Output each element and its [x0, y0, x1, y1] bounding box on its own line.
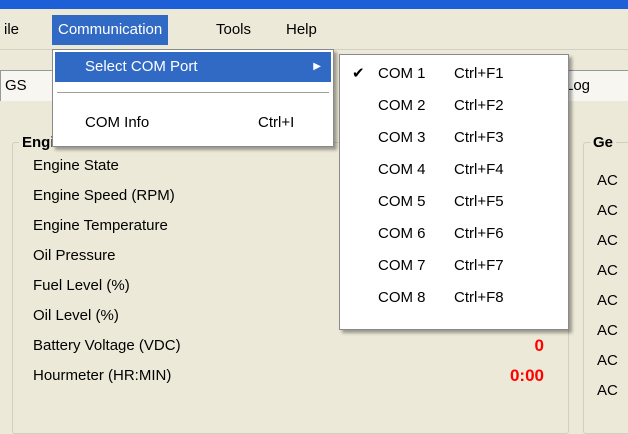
battery-voltage-label: Battery Voltage (VDC) — [33, 337, 181, 354]
tab-gs[interactable]: GS — [0, 70, 60, 101]
com-port-shortcut: Ctrl+F3 — [454, 129, 504, 146]
com-port-item-1[interactable]: ✔ COM 1 Ctrl+F1 — [342, 59, 566, 89]
ac-label: AC — [597, 262, 618, 279]
com-port-item-6[interactable]: COM 6 Ctrl+F6 — [342, 219, 566, 249]
hourmeter-label: Hourmeter (HR:MIN) — [33, 367, 172, 384]
right-group-title: Ge — [590, 134, 617, 151]
select-com-port-label: Select COM Port — [85, 58, 198, 75]
tab-log[interactable]: Log — [560, 70, 628, 101]
ac-label: AC — [597, 322, 618, 339]
com-port-item-8[interactable]: COM 8 Ctrl+F8 — [342, 283, 566, 313]
engine-temperature-label: Engine Temperature — [33, 217, 168, 234]
com-port-label: COM 8 — [378, 289, 426, 306]
menu-communication[interactable]: Communication — [52, 15, 169, 45]
menu-separator — [57, 92, 329, 94]
menu-help[interactable]: Help — [280, 15, 323, 45]
select-com-port-item[interactable]: Select COM Port ▶ — [55, 52, 331, 82]
com-port-shortcut: Ctrl+F6 — [454, 225, 504, 242]
ac-label: AC — [597, 292, 618, 309]
ac-label: AC — [597, 172, 618, 189]
ac-label: AC — [597, 382, 618, 399]
battery-voltage-value: 0 — [534, 336, 544, 355]
com-port-shortcut: Ctrl+F2 — [454, 97, 504, 114]
hourmeter-value: 0:00 — [509, 366, 544, 385]
com-port-shortcut: Ctrl+F4 — [454, 161, 504, 178]
oil-level-label: Oil Level (%) — [33, 307, 119, 324]
com-port-item-2[interactable]: COM 2 Ctrl+F2 — [342, 91, 566, 121]
com-port-label: COM 4 — [378, 161, 426, 178]
menu-tools[interactable]: Tools — [210, 15, 257, 45]
engine-speed-label: Engine Speed (RPM) — [33, 187, 175, 204]
com-port-label: COM 6 — [378, 225, 426, 242]
com-port-item-3[interactable]: COM 3 Ctrl+F3 — [342, 123, 566, 153]
communication-dropdown: Select COM Port ▶ COM Info Ctrl+I — [52, 49, 334, 147]
com-port-shortcut: Ctrl+F7 — [454, 257, 504, 274]
com-port-shortcut: Ctrl+F1 — [454, 65, 504, 82]
com-port-label: COM 1 — [378, 65, 426, 82]
com-port-item-7[interactable]: COM 7 Ctrl+F7 — [342, 251, 566, 281]
ac-label: AC — [597, 352, 618, 369]
com-port-label: COM 5 — [378, 193, 426, 210]
fuel-level-label: Fuel Level (%) — [33, 277, 130, 294]
window-title-bar — [0, 0, 628, 9]
com-info-shortcut: Ctrl+I — [258, 114, 295, 131]
submenu-arrow-icon: ▶ — [313, 61, 321, 72]
com-port-shortcut: Ctrl+F8 — [454, 289, 504, 306]
com-port-submenu: ✔ COM 1 Ctrl+F1 COM 2 Ctrl+F2 COM 3 Ctrl… — [339, 54, 569, 330]
com-port-item-4[interactable]: COM 4 Ctrl+F4 — [342, 155, 566, 185]
com-info-item[interactable]: COM Info Ctrl+I — [55, 108, 331, 138]
oil-pressure-label: Oil Pressure — [33, 247, 116, 264]
com-port-shortcut: Ctrl+F5 — [454, 193, 504, 210]
com-info-label: COM Info — [85, 114, 150, 131]
check-icon: ✔ — [352, 65, 365, 82]
com-port-label: COM 3 — [378, 129, 426, 146]
ac-label: AC — [597, 232, 618, 249]
engine-state-label: Engine State — [33, 157, 119, 174]
menu-file[interactable]: ile — [0, 15, 25, 45]
com-port-item-5[interactable]: COM 5 Ctrl+F5 — [342, 187, 566, 217]
com-port-label: COM 2 — [378, 97, 426, 114]
com-port-label: COM 7 — [378, 257, 426, 274]
ac-label: AC — [597, 202, 618, 219]
menu-bar: ile Communication Tools Help — [0, 9, 628, 50]
